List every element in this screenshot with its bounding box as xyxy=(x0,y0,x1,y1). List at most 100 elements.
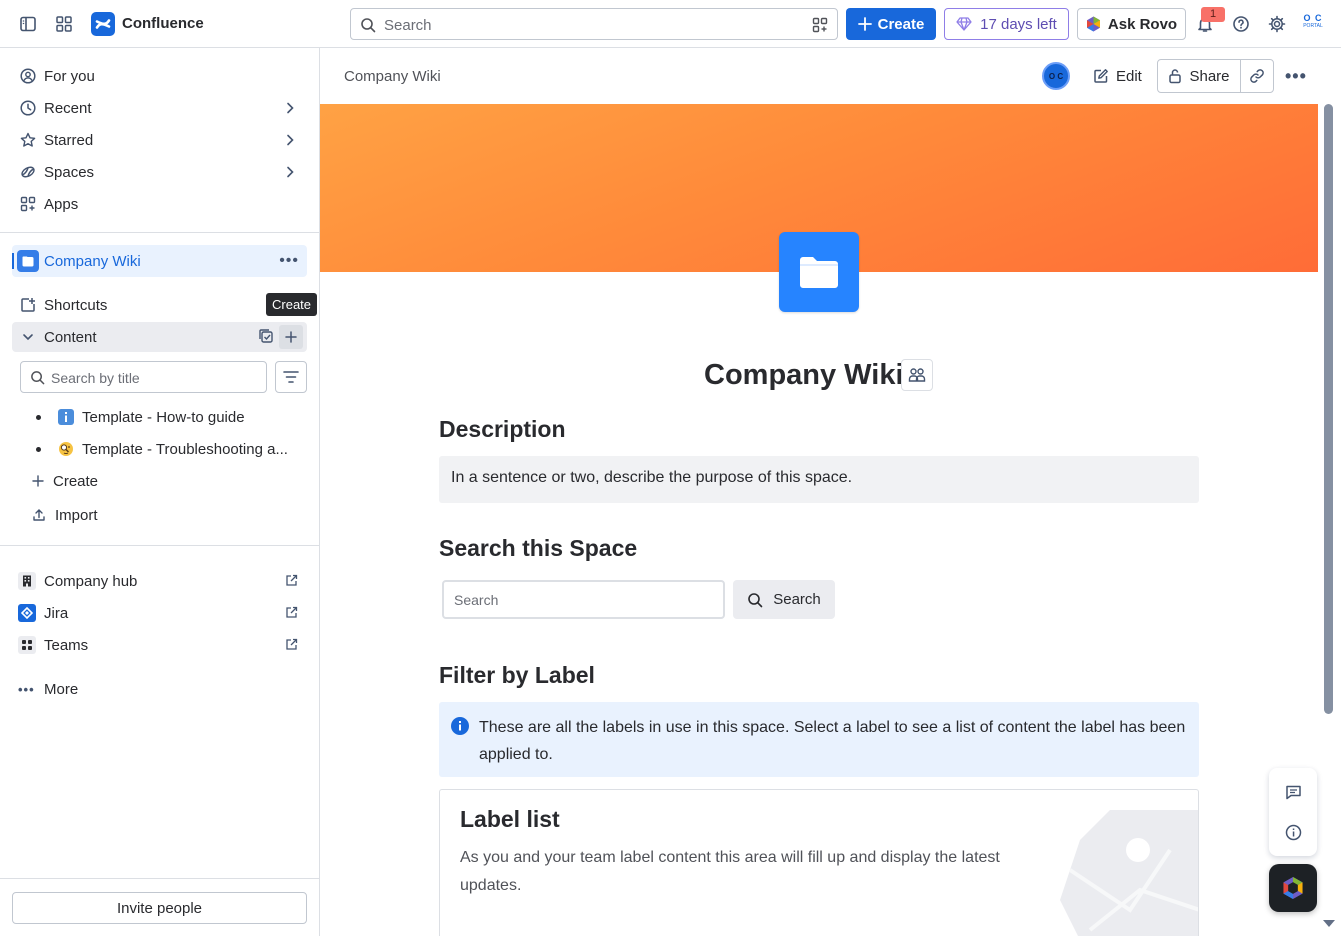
edit-label: Edit xyxy=(1116,67,1142,85)
floating-actions-panel xyxy=(1269,768,1317,856)
spaces-icon xyxy=(12,164,44,180)
external-link-icon xyxy=(285,638,298,651)
sidebar-item-teams[interactable]: Teams xyxy=(18,633,300,657)
sidebar-item-jira[interactable]: Jira xyxy=(18,601,300,625)
page-header: Company Wiki O C Edit Share ••• xyxy=(320,48,1341,104)
gear-icon[interactable] xyxy=(1265,12,1289,36)
search-filter-icon[interactable] xyxy=(812,17,828,33)
info-icon[interactable] xyxy=(1285,824,1302,841)
bullet xyxy=(36,414,41,420)
selected-indicator xyxy=(12,253,14,269)
info-text: These are all the labels in use in this … xyxy=(479,719,1186,763)
clock-icon xyxy=(12,100,44,116)
person-circle-icon xyxy=(12,68,44,84)
ellipsis-icon: ••• xyxy=(18,681,35,697)
sidebar-item-spaces[interactable]: Spaces xyxy=(12,156,307,188)
sidebar-item-more[interactable]: ••• More xyxy=(18,677,300,701)
rovo-chat-button[interactable] xyxy=(1269,864,1317,912)
sidebar-item-shortcuts[interactable]: Shortcuts xyxy=(12,289,307,321)
space-search-button[interactable]: Search xyxy=(733,580,835,619)
sidebar-item-label: For you xyxy=(44,67,95,85)
page-title: Company Wiki xyxy=(704,359,904,391)
add-content-button[interactable] xyxy=(279,325,303,349)
filter-button[interactable] xyxy=(275,361,307,393)
ask-rovo-button[interactable]: Ask Rovo xyxy=(1077,8,1186,40)
edit-button[interactable]: Edit xyxy=(1085,60,1150,92)
info-icon xyxy=(450,716,470,736)
account-initials: O C xyxy=(1303,13,1323,23)
page-scrollbar[interactable] xyxy=(1322,104,1335,936)
content-label: Content xyxy=(44,329,97,346)
sidebar-item-starred[interactable]: Starred xyxy=(12,124,307,156)
select-content-icon[interactable] xyxy=(258,328,276,346)
sidebar-item-space-company-wiki[interactable]: Company Wiki ••• xyxy=(12,245,307,277)
create-button[interactable]: Create xyxy=(846,8,936,40)
confluence-logo-icon[interactable] xyxy=(91,12,115,36)
label-list-title: Label list xyxy=(460,806,560,832)
copy-link-button[interactable] xyxy=(1241,60,1273,92)
apps-icon xyxy=(12,196,44,212)
description-text: In a sentence or two, describe the purpo… xyxy=(439,456,1199,503)
breadcrumb[interactable]: Company Wiki xyxy=(344,68,441,85)
label-list-card: Label list As you and your team label co… xyxy=(439,789,1199,936)
tree-item-how-to-guide[interactable]: Template - How-to guide xyxy=(36,405,245,429)
magnifier-emoji-icon xyxy=(58,441,74,457)
space-folder-icon xyxy=(17,250,39,272)
comment-icon[interactable] xyxy=(1285,784,1302,801)
description-heading: Description xyxy=(439,416,566,442)
external-link-icon xyxy=(285,606,298,619)
import-link[interactable]: Import xyxy=(32,503,98,527)
pencil-icon xyxy=(1093,68,1109,84)
teams-icon xyxy=(18,636,36,654)
sidebar-item-for-you[interactable]: For you xyxy=(12,60,307,92)
more-actions-icon[interactable]: ••• xyxy=(1285,66,1307,87)
tree-item-troubleshooting[interactable]: Template - Troubleshooting a... xyxy=(36,437,288,461)
info-panel: These are all the labels in use in this … xyxy=(439,702,1199,777)
account-avatar[interactable]: O C PORTAL xyxy=(1299,13,1327,35)
space-search-input[interactable]: Search xyxy=(442,580,725,619)
sidebar-item-label: Spaces xyxy=(44,163,95,181)
link-icon xyxy=(1249,68,1265,84)
main-content: Company Wiki O C Edit Share ••• Company … xyxy=(320,48,1341,936)
info-icon xyxy=(58,409,74,425)
help-icon[interactable] xyxy=(1229,12,1253,36)
sidebar-toggle-icon[interactable] xyxy=(16,12,40,36)
create-content-link[interactable]: Create xyxy=(32,469,98,493)
rovo-icon xyxy=(1086,16,1101,32)
sidebar-item-apps[interactable]: Apps xyxy=(12,188,307,220)
invite-people-button[interactable]: Invite people xyxy=(12,892,307,924)
import-label: Import xyxy=(55,506,98,524)
avatar[interactable]: O C xyxy=(1042,62,1070,90)
external-link-icon xyxy=(285,574,298,587)
search-icon xyxy=(747,592,763,608)
sidebar-item-recent[interactable]: Recent xyxy=(12,92,307,124)
account-caption: PORTAL xyxy=(1303,23,1323,29)
scrollbar-thumb[interactable] xyxy=(1324,104,1333,714)
sidebar-item-label: Recent xyxy=(44,99,92,117)
space-members-icon[interactable] xyxy=(901,359,933,391)
share-button[interactable]: Share xyxy=(1158,60,1241,92)
global-search-input[interactable]: Search xyxy=(350,8,838,40)
trial-days-button[interactable]: 17 days left xyxy=(944,8,1069,40)
sidebar: For you Recent Starred Spaces Apps Compa… xyxy=(0,48,320,936)
app-name[interactable]: Confluence xyxy=(122,15,204,32)
search-by-title-input[interactable]: Search by title xyxy=(20,361,267,393)
sidebar-item-company-hub[interactable]: Company hub xyxy=(18,569,300,593)
create-button-label: Create xyxy=(877,15,925,33)
search-placeholder: Search xyxy=(384,17,432,34)
share-button-group: Share xyxy=(1157,59,1274,93)
more-actions-icon[interactable]: ••• xyxy=(279,252,299,270)
space-name: Company Wiki xyxy=(44,253,141,270)
notification-count-badge: 1 xyxy=(1201,7,1225,22)
app-switcher-icon[interactable] xyxy=(52,12,76,36)
sidebar-divider xyxy=(0,878,319,879)
search-icon xyxy=(360,17,376,33)
sidebar-item-content[interactable]: Content xyxy=(12,322,307,352)
chevron-down-icon[interactable] xyxy=(22,331,34,343)
chevron-right-icon xyxy=(283,133,297,147)
gem-icon xyxy=(956,17,972,31)
ask-rovo-label: Ask Rovo xyxy=(1107,15,1178,33)
scroll-down-arrow-icon[interactable] xyxy=(1323,920,1335,927)
app-label: Jira xyxy=(44,604,69,622)
tree-item-label: Template - How-to guide xyxy=(82,408,245,426)
